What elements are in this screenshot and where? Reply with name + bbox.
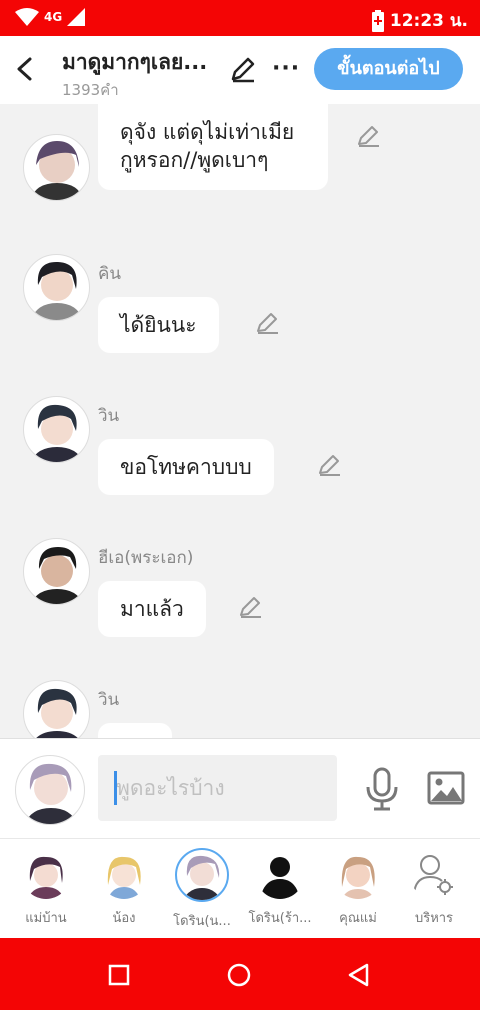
edit-message-icon[interactable] [255, 309, 281, 335]
character-item[interactable]: น้อง [84, 851, 164, 928]
avatar [23, 134, 90, 201]
input-bar [0, 738, 480, 838]
text-cursor [114, 771, 117, 805]
character-item-selected[interactable]: โดริน(น... [162, 848, 242, 931]
signal-icon [67, 8, 86, 26]
user-settings-icon [410, 851, 458, 899]
edit-message-icon[interactable] [356, 122, 382, 148]
back-arrow-icon[interactable] [12, 54, 38, 84]
character-item[interactable]: แม่บ้าน [6, 851, 86, 928]
system-nav-bar [0, 938, 480, 1010]
character-strip: แม่บ้าน น้อง โดริน(น... โดริน(ร้า... คุณ… [0, 838, 480, 938]
current-character-avatar[interactable] [15, 755, 85, 825]
avatar [334, 851, 382, 899]
manage-characters-item[interactable]: บริหาร [394, 851, 474, 928]
next-step-button[interactable]: ขั้นตอนต่อไป [314, 48, 463, 90]
chat-area[interactable]: ดุจัง แต่ดุไม่เท่าเมียกูหรอก//พูดเบาๆ คิ… [0, 104, 480, 738]
avatar [175, 848, 229, 902]
message-bubble[interactable]: ได้ยินนะ [98, 297, 219, 353]
speaker-name: วิน [98, 690, 120, 710]
battery-icon [371, 9, 384, 32]
avatar [100, 851, 148, 899]
avatar [23, 254, 90, 321]
clock: 12:23 น. [389, 11, 468, 31]
message-bubble[interactable]: ขอโทษคาบบบ [98, 439, 274, 495]
wifi-icon [15, 8, 39, 26]
word-count: 1393คำ [62, 81, 119, 99]
character-item[interactable]: โดริน(ร้า... [240, 851, 320, 928]
more-options-icon[interactable]: ··· [272, 56, 300, 81]
message-bubble[interactable]: มาแล้ว [98, 581, 206, 637]
message-input[interactable] [98, 755, 337, 821]
edit-message-icon[interactable] [317, 451, 343, 477]
message-bubble[interactable] [98, 723, 172, 738]
avatar [23, 680, 90, 738]
speaker-name: ฮีเอ(พระเอก) [98, 548, 194, 568]
character-item[interactable]: คุณแม่ [318, 851, 398, 928]
edit-title-icon[interactable] [228, 54, 258, 84]
avatar [23, 396, 90, 463]
home-icon[interactable] [226, 962, 252, 988]
network-type: 4G [44, 10, 63, 24]
avatar [22, 851, 70, 899]
edit-message-icon[interactable] [238, 593, 264, 619]
header: มาดูมากๆเลย... 1393คำ ··· ขั้นตอนต่อไป [0, 36, 480, 104]
avatar [23, 538, 90, 605]
avatar [256, 851, 304, 899]
microphone-icon[interactable] [364, 767, 400, 811]
status-bar: 4G 12:23 น. [0, 0, 480, 36]
message-bubble[interactable]: ดุจัง แต่ดุไม่เท่าเมียกูหรอก//พูดเบาๆ [98, 104, 328, 190]
recent-apps-icon[interactable] [106, 962, 132, 988]
speaker-name: คิน [98, 264, 121, 284]
image-icon[interactable] [427, 769, 465, 807]
story-title: มาดูมากๆเลย... [62, 50, 208, 74]
speaker-name: วิน [98, 406, 120, 426]
back-nav-icon[interactable] [346, 962, 372, 988]
